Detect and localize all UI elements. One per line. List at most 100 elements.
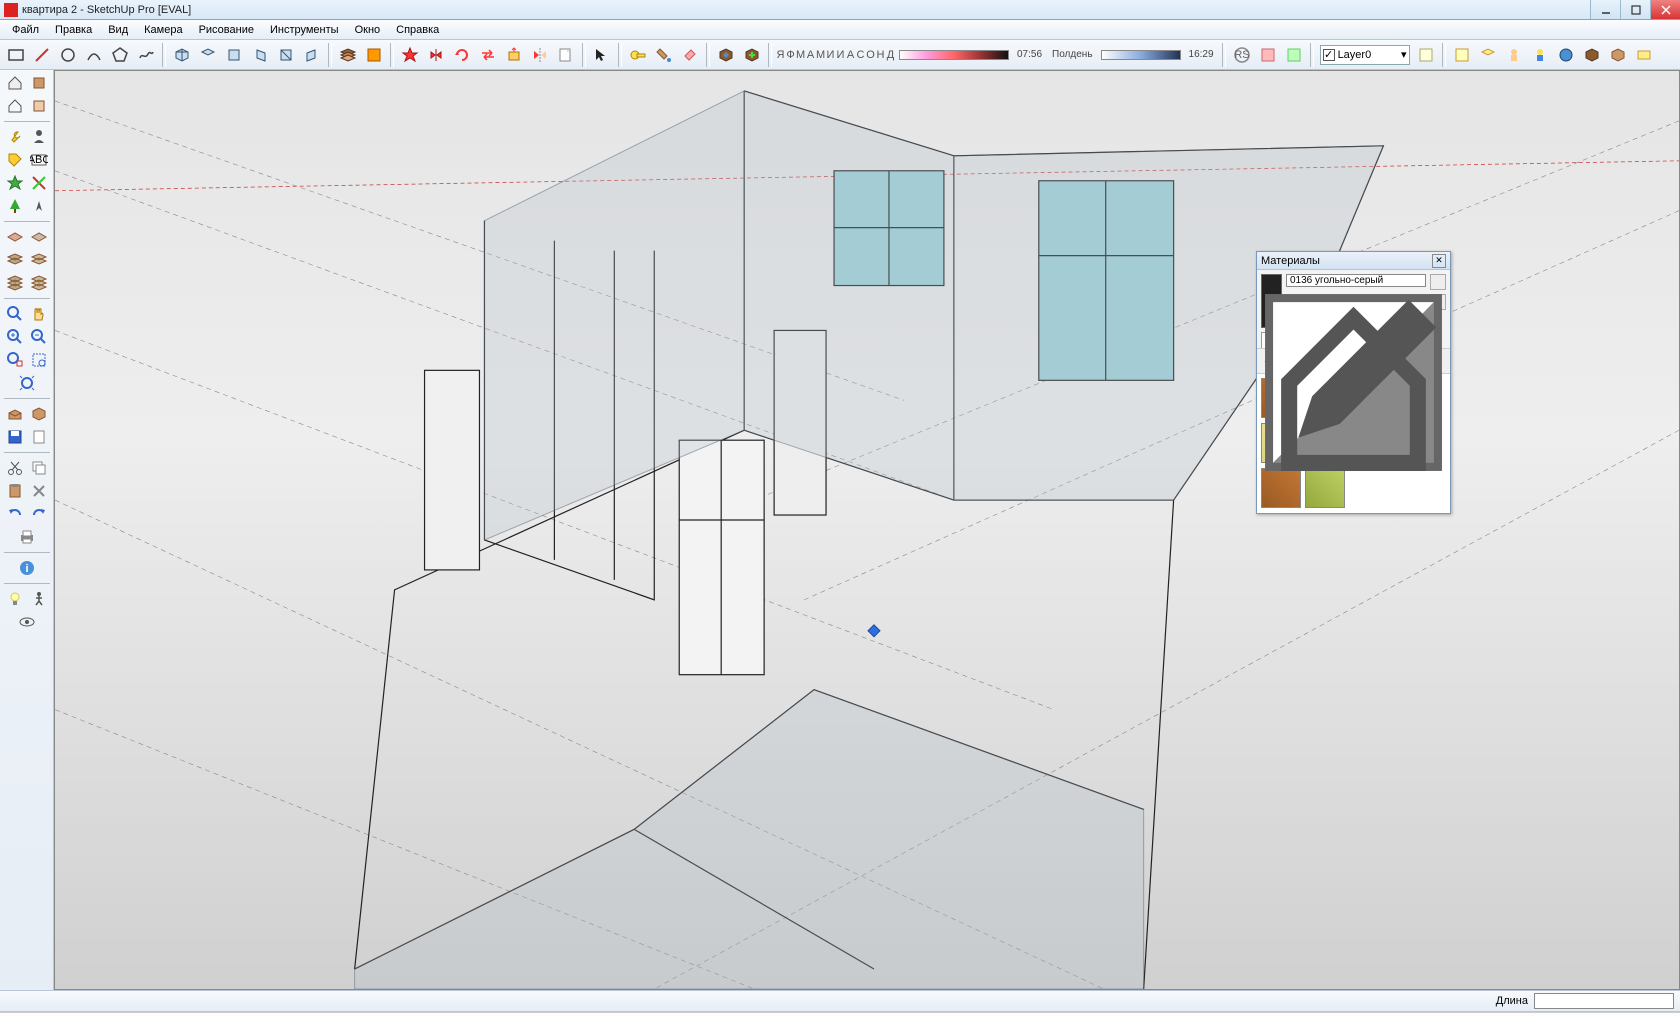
view-toggle-1-icon[interactable]: RS — [1230, 43, 1254, 67]
minimize-button[interactable] — [1590, 0, 1620, 19]
length-input[interactable] — [1534, 993, 1674, 1009]
shadow-date-slider[interactable] — [899, 50, 1009, 60]
mirror-icon[interactable] — [528, 43, 552, 67]
paint-tool-icon[interactable] — [652, 43, 676, 67]
save-icon[interactable] — [4, 426, 26, 448]
light-icon[interactable] — [4, 588, 26, 610]
iso-view-icon[interactable] — [170, 43, 194, 67]
right-view-icon[interactable] — [248, 43, 272, 67]
cut-icon[interactable] — [4, 457, 26, 479]
menu-file[interactable]: Файл — [4, 22, 47, 38]
extra-tool-8-icon[interactable] — [1632, 43, 1656, 67]
eraser-tool-icon[interactable] — [678, 43, 702, 67]
menu-window[interactable]: Окно — [347, 22, 389, 38]
rotate-icon[interactable] — [450, 43, 474, 67]
cross-icon[interactable] — [28, 172, 50, 194]
tape-tool-icon[interactable] — [626, 43, 650, 67]
sheet-icon[interactable] — [554, 43, 578, 67]
arc-tool-icon[interactable] — [82, 43, 106, 67]
extra-tool-6-icon[interactable] — [1580, 43, 1604, 67]
person-icon[interactable] — [28, 126, 50, 148]
layers-icon[interactable] — [336, 43, 360, 67]
layer-visible-check-icon[interactable]: ✓ — [1323, 49, 1335, 61]
maximize-button[interactable] — [1620, 0, 1650, 19]
star-icon[interactable] — [4, 172, 26, 194]
view-toggle-2-icon[interactable] — [1256, 43, 1280, 67]
stack-4-icon[interactable] — [28, 272, 50, 294]
zoom-window-icon[interactable] — [28, 349, 50, 371]
push-icon[interactable] — [502, 43, 526, 67]
section-icon[interactable] — [362, 43, 386, 67]
circle-tool-icon[interactable] — [56, 43, 80, 67]
window-title: квартира 2 - SketchUp Pro [EVAL] — [22, 4, 1590, 16]
zoom-out-icon[interactable] — [28, 326, 50, 348]
3d-viewport[interactable]: Материалы ✕ Выбрать Правка ⇦ ⇨ — [54, 70, 1680, 990]
zoom-extents-icon[interactable] — [4, 349, 26, 371]
abc-icon[interactable]: ABC — [28, 149, 50, 171]
extra-tool-2-icon[interactable] — [1476, 43, 1500, 67]
back-view-icon[interactable] — [274, 43, 298, 67]
box-tool-icon[interactable] — [28, 72, 50, 94]
extra-tool-4-icon[interactable] — [1528, 43, 1552, 67]
extra-tool-5-icon[interactable] — [1554, 43, 1578, 67]
menu-camera[interactable]: Камера — [136, 22, 190, 38]
plane-1-icon[interactable] — [4, 226, 26, 248]
menu-help[interactable]: Справка — [388, 22, 447, 38]
view-toggle-3-icon[interactable] — [1282, 43, 1306, 67]
compass-icon[interactable] — [28, 195, 50, 217]
extra-tool-1-icon[interactable] — [1450, 43, 1474, 67]
materials-panel[interactable]: Материалы ✕ Выбрать Правка ⇦ ⇨ — [1256, 251, 1451, 514]
walk-icon[interactable] — [28, 588, 50, 610]
zoom-in-icon[interactable] — [4, 326, 26, 348]
delete-icon[interactable] — [28, 480, 50, 502]
stack-2-icon[interactable] — [28, 249, 50, 271]
stack-1-icon[interactable] — [4, 249, 26, 271]
hand-tool-icon[interactable] — [28, 303, 50, 325]
shadow-time-slider[interactable] — [1101, 50, 1181, 60]
layer-selector[interactable]: ✓ Layer0 ▾ — [1320, 45, 1410, 65]
magnifier-icon[interactable] — [4, 303, 26, 325]
redo-icon[interactable] — [28, 503, 50, 525]
extra-tool-7-icon[interactable] — [1606, 43, 1630, 67]
print-icon[interactable] — [16, 526, 38, 548]
closed-box-icon[interactable] — [28, 403, 50, 425]
open-box-icon[interactable] — [4, 403, 26, 425]
freehand-tool-icon[interactable] — [134, 43, 158, 67]
wrench-icon[interactable] — [4, 126, 26, 148]
home-tool-icon[interactable] — [4, 72, 26, 94]
polygon-tool-icon[interactable] — [108, 43, 132, 67]
reverse-icon[interactable] — [476, 43, 500, 67]
layer-manager-icon[interactable] — [1414, 43, 1438, 67]
home-outline-icon[interactable] — [4, 95, 26, 117]
rectangle-tool-icon[interactable] — [4, 43, 28, 67]
component-out-icon[interactable] — [740, 43, 764, 67]
plane-2-icon[interactable] — [28, 226, 50, 248]
chevron-down-icon[interactable]: ▾ — [1401, 48, 1407, 61]
component-in-icon[interactable] — [714, 43, 738, 67]
undo-icon[interactable] — [4, 503, 26, 525]
menu-view[interactable]: Вид — [100, 22, 136, 38]
paste-icon[interactable] — [4, 480, 26, 502]
top-view-icon[interactable] — [196, 43, 220, 67]
menu-edit[interactable]: Правка — [47, 22, 100, 38]
zoom-previous-icon[interactable] — [16, 372, 38, 394]
extra-tool-3-icon[interactable] — [1502, 43, 1526, 67]
close-button[interactable] — [1650, 0, 1680, 19]
box-outline-icon[interactable] — [28, 95, 50, 117]
flip-icon[interactable] — [424, 43, 448, 67]
tree-icon[interactable] — [4, 195, 26, 217]
front-view-icon[interactable] — [222, 43, 246, 67]
info-icon[interactable]: i — [16, 557, 38, 579]
materials-nav-home-icon[interactable] — [1299, 353, 1315, 369]
select-tool-icon[interactable] — [590, 43, 614, 67]
menu-tools[interactable]: Инструменты — [262, 22, 347, 38]
tag-icon[interactable] — [4, 149, 26, 171]
menu-draw[interactable]: Рисование — [191, 22, 262, 38]
copy-icon[interactable] — [28, 457, 50, 479]
clipboard-icon[interactable] — [28, 426, 50, 448]
eye-icon[interactable] — [16, 611, 38, 633]
explode-icon[interactable] — [398, 43, 422, 67]
left-view-icon[interactable] — [300, 43, 324, 67]
stack-3-icon[interactable] — [4, 272, 26, 294]
line-tool-icon[interactable] — [30, 43, 54, 67]
